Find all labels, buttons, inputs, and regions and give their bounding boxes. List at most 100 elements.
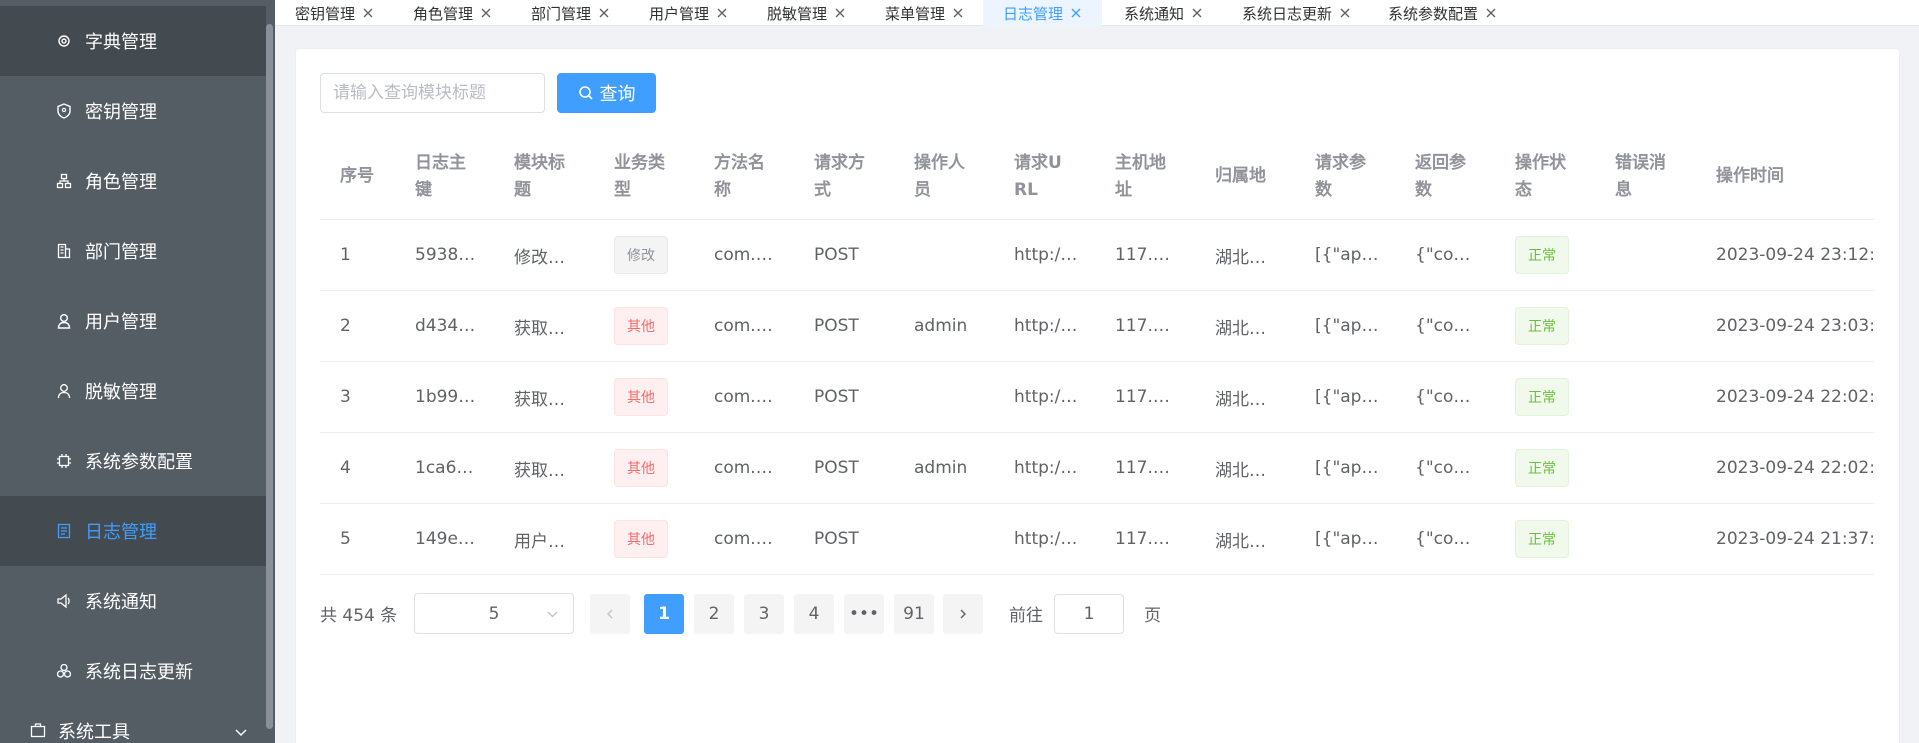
tab-item[interactable]: 系统参数配置 (1368, 0, 1517, 26)
table-cell-time: 2023-09-24 23:03:56 (1716, 291, 1875, 361)
page-size-select[interactable]: 5 (414, 593, 574, 634)
tab-item[interactable]: 系统日志更新 (1222, 0, 1371, 26)
tab-item[interactable]: 脱敏管理 (747, 0, 866, 26)
column-header-line: 操作人 (914, 152, 965, 173)
cell-text: 117.… (1115, 387, 1170, 407)
cell-text: 湖北… (1215, 531, 1266, 552)
close-icon[interactable] (1485, 7, 1497, 19)
column-header-line: 主机地 (1115, 152, 1166, 173)
table-cell-id: 1b99… (415, 362, 475, 432)
column-header-line: 址 (1115, 179, 1132, 200)
tab-item[interactable]: 日志管理 (983, 0, 1103, 26)
table-cell-operator: admin (914, 433, 967, 503)
search-button[interactable]: 查询 (557, 73, 656, 113)
tab-item[interactable]: 菜单管理 (865, 0, 984, 26)
sidebar-item-departments[interactable]: 部门管理 (0, 216, 266, 286)
sidebar-item-syslog-update[interactable]: 系统日志更新 (0, 636, 266, 706)
close-icon[interactable] (1070, 7, 1082, 19)
cell-text: [{"ap… (1315, 529, 1379, 549)
cell-text: 用户… (514, 531, 565, 552)
page-suffix-label: 页 (1144, 606, 1161, 626)
tab-item[interactable]: 部门管理 (511, 0, 630, 26)
table-row[interactable]: 5 149e… 用户… 其他 com.… POST http:/… 117.… 湖北… [{"ap… (320, 504, 1875, 575)
table-cell-result: {"co… (1415, 291, 1470, 361)
table-cell-host: 117.… (1115, 291, 1170, 361)
table-cell-location: 湖北… (1215, 504, 1266, 574)
table-cell-title: 修改… (514, 220, 565, 290)
business-type-tag: 其他 (614, 520, 668, 558)
user-outline-icon (56, 383, 72, 399)
business-type-tag: 其他 (614, 307, 668, 345)
table-cell-index: 2 (340, 291, 351, 361)
table-cell-title: 用户… (514, 504, 565, 574)
table-cell-method: com.… (714, 433, 773, 503)
sidebar-item-users[interactable]: 用户管理 (0, 286, 266, 356)
table-cell-status: 正常 (1515, 504, 1569, 574)
tab-item[interactable]: 系统通知 (1104, 0, 1223, 26)
cell-text: http:/… (1014, 387, 1078, 407)
sidebar-item-sysparams[interactable]: 系统参数配置 (0, 426, 266, 496)
close-icon[interactable] (1191, 7, 1203, 19)
close-icon[interactable] (952, 7, 964, 19)
sidebar-item-roles[interactable]: 角色管理 (0, 146, 266, 216)
page-button[interactable]: 1 (644, 594, 684, 634)
table-row[interactable]: 2 d434… 获取… 其他 com.… POST admin http:/… 117.… 湖北…… (320, 291, 1875, 362)
close-icon[interactable] (362, 7, 374, 19)
column-header-line: 数 (1415, 179, 1432, 200)
tab-label: 日志管理 (1003, 4, 1064, 23)
search-input[interactable] (320, 73, 545, 113)
column-header-line: 息 (1615, 179, 1632, 200)
next-page-button[interactable] (943, 594, 983, 634)
table-row[interactable]: 4 1ca6… 获取… 其他 com.… POST admin http:/… 117.… 湖北…… (320, 433, 1875, 504)
table-cell-method: com.… (714, 504, 773, 574)
table-row[interactable]: 1 5938… 修改… 修改 com.… POST http:/… 117.… 湖北… [{"ap… (320, 220, 1875, 291)
table-cell-params: [{"ap… (1315, 220, 1378, 290)
tab-item[interactable]: 角色管理 (393, 0, 512, 26)
sidebar-item-desensitize[interactable]: 脱敏管理 (0, 356, 266, 426)
page-button[interactable]: 4 (794, 594, 834, 634)
cell-text: http:/… (1014, 458, 1078, 478)
jump-page-input[interactable] (1054, 594, 1124, 634)
cell-text: 湖北… (1215, 318, 1266, 339)
close-icon[interactable] (598, 7, 610, 19)
sidebar: 字典管理 密钥管理 角色管理 部门管理 用户管理 脱敏管理 系统参数配置 日志管… (0, 0, 275, 743)
table-cell-time: 2023-09-24 22:02:18 (1716, 362, 1875, 432)
table-cell-req: POST (814, 504, 859, 574)
table-cell-host: 117.… (1115, 504, 1170, 574)
sidebar-item-logs[interactable]: 日志管理 (0, 496, 266, 566)
page-button[interactable]: 3 (744, 594, 784, 634)
sidebar-item-label: 角色管理 (85, 172, 157, 193)
column-header-line: 型 (614, 179, 631, 200)
cell-text: [{"ap… (1315, 387, 1379, 407)
table-cell-params: [{"ap… (1315, 291, 1378, 361)
search-icon (578, 86, 593, 100)
status-badge: 正常 (1515, 520, 1569, 558)
close-icon[interactable] (480, 7, 492, 19)
shield-icon (56, 103, 72, 119)
close-icon[interactable] (1339, 7, 1351, 19)
column-header-line: 数 (1315, 179, 1332, 200)
close-icon[interactable] (716, 7, 728, 19)
chevron-down-icon (234, 724, 248, 738)
column-header-line: 返回参 (1415, 152, 1466, 173)
tab-item[interactable]: 密钥管理 (275, 0, 394, 26)
column-header: 操作人员 (914, 133, 975, 220)
close-icon[interactable] (834, 7, 846, 19)
sidebar-item-keys[interactable]: 密钥管理 (0, 76, 266, 146)
sidebar-scrollbar[interactable] (266, 24, 273, 729)
cpu-icon (56, 453, 72, 469)
sidebar-submenu-systools[interactable]: 系统工具 (0, 718, 266, 743)
sidebar-item-dictionary[interactable]: 字典管理 (0, 6, 266, 76)
cell-text: 2023-09-24 21:37:22 (1716, 529, 1875, 549)
table-cell-type: 其他 (614, 362, 668, 432)
page-button[interactable]: 2 (694, 594, 734, 634)
sidebar-item-notifications[interactable]: 系统通知 (0, 566, 266, 636)
table-row[interactable]: 3 1b99… 获取… 其他 com.… POST http:/… 117.… 湖北… [{"ap… (320, 362, 1875, 433)
prev-page-button[interactable] (590, 594, 630, 634)
page-button[interactable]: 91 (894, 594, 934, 634)
table-cell-time: 2023-09-24 23:12:37 (1716, 220, 1875, 290)
cell-text: com.… (714, 529, 773, 549)
tab-item[interactable]: 用户管理 (629, 0, 748, 26)
page-ellipsis[interactable]: ••• (844, 594, 884, 634)
cell-text: com.… (714, 245, 773, 265)
